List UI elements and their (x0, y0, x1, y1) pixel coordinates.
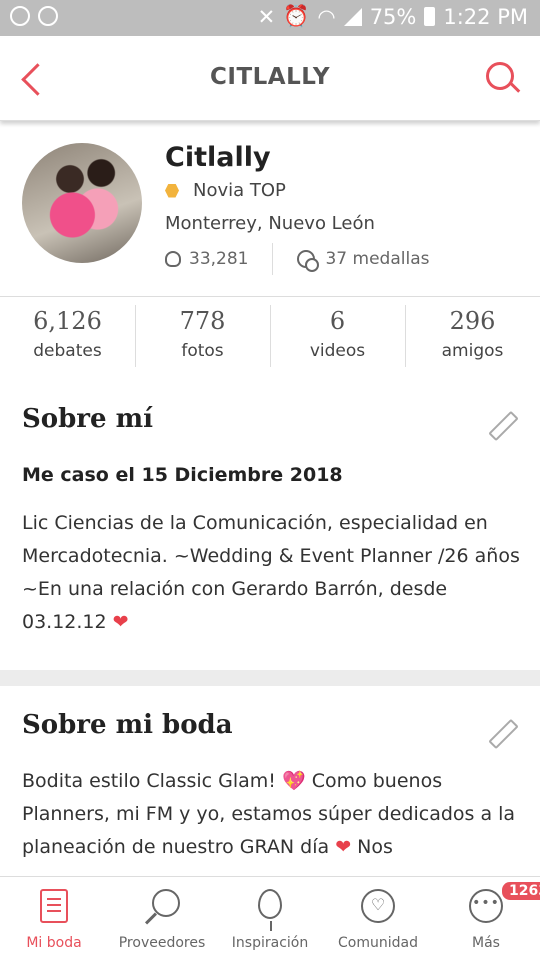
alarm-icon: ⏰ (283, 4, 310, 28)
section-divider (0, 670, 540, 686)
user-rank: Novia TOP (165, 180, 286, 201)
edit-pencil-icon[interactable] (488, 412, 514, 438)
points-count: 33,281 (189, 249, 249, 269)
count-value: 6,126 (33, 307, 102, 335)
medals-count[interactable]: 37 medallas (325, 249, 429, 269)
about-text: Lic Ciencias de la Comunicación, especia… (22, 507, 522, 639)
search-icon (152, 889, 180, 917)
nav-mas[interactable]: 1263 Más (432, 877, 540, 961)
nav-label: Comunidad (338, 935, 418, 951)
wedding-text: Bodita estilo Classic Glam! 💖 Como bueno… (22, 765, 522, 864)
status-bar: ✕ ⏰ ◠ 75% 1:22 PM (0, 0, 540, 36)
count-value: 6 (329, 307, 346, 335)
chat-notification-icon (38, 6, 58, 26)
nav-proveedores[interactable]: Proveedores (108, 877, 216, 961)
edit-pencil-icon[interactable] (488, 720, 514, 746)
count-value: 778 (179, 307, 226, 335)
count-label: fotos (181, 341, 224, 361)
wedding-section: Sobre mi boda Bodita estilo Classic Glam… (0, 686, 540, 876)
more-icon (469, 889, 503, 923)
nav-label: Mi boda (26, 935, 82, 951)
count-videos[interactable]: 6 videos (270, 297, 405, 379)
divider (272, 243, 274, 275)
avatar[interactable] (22, 143, 142, 263)
page-title: CITLALLY (210, 64, 330, 90)
about-section: Sobre mí Me caso el 15 Diciembre 2018 Li… (0, 378, 540, 670)
about-body: Lic Ciencias de la Comunicación, especia… (22, 512, 520, 633)
count-label: debates (33, 341, 102, 361)
wedding-date: Me caso el 15 Diciembre 2018 (22, 464, 343, 486)
signal-icon (343, 7, 362, 26)
whatsapp-icon (10, 6, 30, 26)
wedding-body-1: Bodita estilo Classic Glam! (22, 770, 276, 792)
battery-icon (424, 7, 436, 26)
clock: 1:22 PM (443, 4, 528, 29)
heart-emoji: ❤ (112, 611, 129, 633)
profile-stats: 33,281 37 medallas (165, 243, 429, 275)
nav-comunidad[interactable]: Comunidad (324, 877, 432, 961)
system-status: ✕ ⏰ ◠ 75% 1:22 PM (258, 4, 528, 29)
hexagon-badge-icon (165, 183, 179, 198)
about-title: Sobre mí (22, 404, 153, 434)
nav-inspiracion[interactable]: Inspiración (216, 877, 324, 961)
nav-label: Proveedores (118, 935, 206, 951)
sparkling-heart-emoji: 💖 (281, 770, 306, 792)
heart-emoji: ❤ (335, 836, 352, 858)
wifi-icon: ◠ (317, 4, 336, 29)
notebook-icon (40, 889, 68, 923)
chat-heart-icon (361, 889, 395, 923)
wedding-title: Sobre mi boda (22, 710, 233, 740)
nav-mi-boda[interactable]: Mi boda (0, 877, 108, 961)
battery-percent: 75% (369, 4, 417, 29)
count-friends[interactable]: 296 amigos (405, 297, 540, 379)
rank-label: Novia TOP (193, 180, 286, 201)
profile-counts: 6,126 debates 778 fotos 6 videos 296 ami… (0, 296, 540, 380)
count-debates[interactable]: 6,126 debates (0, 297, 135, 379)
medal-icon (165, 251, 181, 267)
wedding-body-3: Nos (357, 836, 393, 858)
profile-location: Monterrey, Nuevo León (165, 213, 375, 234)
profile-name: Citlally (165, 142, 271, 173)
balloon-icon (258, 889, 282, 931)
count-photos[interactable]: 778 fotos (135, 297, 270, 379)
count-label: amigos (441, 341, 504, 361)
profile-header: Citlally Novia TOP Monterrey, Nuevo León… (0, 130, 540, 296)
count-value: 296 (449, 307, 496, 335)
count-label: videos (309, 341, 366, 361)
notification-badge: 1263 (500, 880, 540, 902)
mute-icon: ✕ (257, 4, 276, 29)
bottom-navigation: Mi boda Proveedores Inspiración Comunida… (0, 876, 540, 961)
medals-icon (297, 250, 320, 272)
search-icon[interactable] (484, 60, 522, 98)
app-bar: CITLALLY (0, 38, 540, 121)
nav-label: Más (472, 935, 500, 951)
nav-label: Inspiración (231, 935, 309, 951)
notification-icons (10, 6, 58, 26)
